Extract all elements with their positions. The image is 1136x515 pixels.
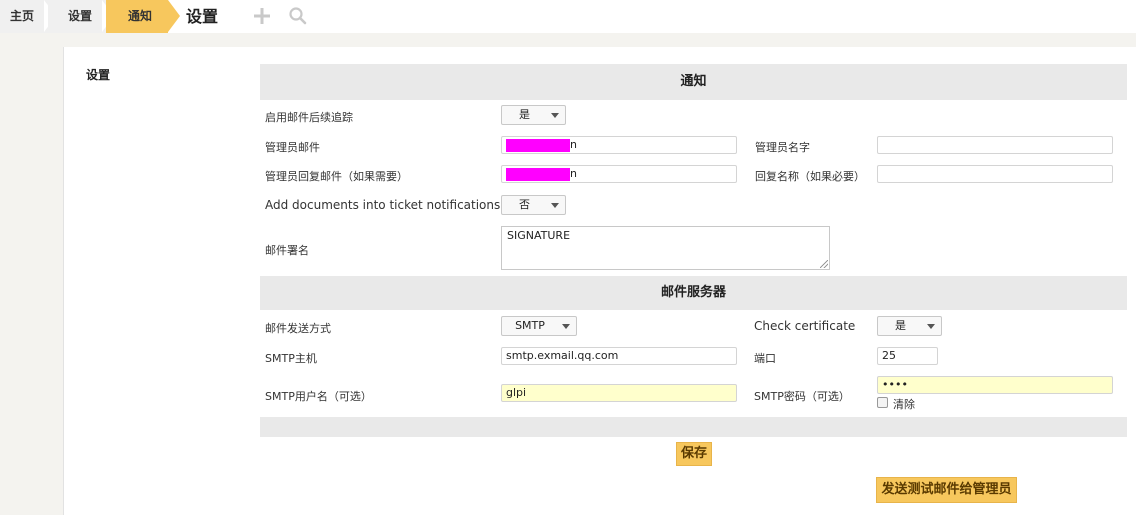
followup-select-value: 是: [519, 108, 530, 121]
breadcrumb-separator: [168, 0, 180, 32]
reply-name-label: 回复名称（如果必要）: [755, 170, 865, 183]
breadcrumb-bar: 主页 设置 通知 设置: [0, 0, 1136, 33]
redaction-block: [506, 168, 570, 181]
followup-label: 启用邮件后续追踪: [265, 111, 353, 124]
admin-email-tail: n: [570, 138, 577, 151]
signature-textarea[interactable]: SIGNATURE: [501, 226, 830, 270]
check-certificate-select[interactable]: 是: [877, 316, 942, 336]
resize-grip-icon[interactable]: [820, 260, 828, 268]
add-documents-select-value: 否: [519, 198, 530, 211]
add-documents-select[interactable]: 否: [501, 195, 566, 215]
mail-method-select-value: SMTP: [515, 319, 545, 332]
search-icon[interactable]: [288, 6, 308, 26]
reply-email-label: 管理员回复邮件（如果需要）: [265, 170, 408, 183]
add-documents-label: Add documents into ticket notifications: [265, 198, 501, 212]
save-button[interactable]: 保存: [676, 442, 712, 466]
breadcrumb-setup[interactable]: 设置: [48, 0, 106, 33]
smtp-password-label: SMTP密码（可选）: [754, 390, 850, 403]
admin-name-label: 管理员名字: [755, 141, 810, 154]
clear-password-label: 清除: [893, 398, 915, 411]
followup-select[interactable]: 是: [501, 105, 566, 125]
check-certificate-select-value: 是: [895, 319, 906, 332]
sidebar-title: 设置: [86, 68, 111, 82]
admin-name-input[interactable]: [877, 136, 1113, 154]
plus-icon[interactable]: [252, 6, 272, 26]
smtp-host-label: SMTP主机: [265, 352, 317, 365]
smtp-host-input[interactable]: smtp.exmail.qq.com: [501, 347, 737, 365]
section-header-notifications: 通知: [260, 64, 1127, 100]
check-certificate-label: Check certificate: [754, 319, 856, 333]
reply-name-input[interactable]: [877, 165, 1113, 183]
chevron-down-icon: [927, 324, 935, 329]
section-header-mail-server: 邮件服务器: [260, 276, 1127, 310]
port-label: 端口: [754, 352, 776, 365]
mail-method-select[interactable]: SMTP: [501, 316, 577, 336]
redaction-block: [506, 139, 570, 152]
left-pane: [0, 47, 64, 515]
reply-email-input[interactable]: n: [501, 165, 737, 183]
smtp-user-input[interactable]: glpi: [501, 384, 737, 402]
port-input[interactable]: 25: [877, 347, 938, 365]
chevron-down-icon: [551, 113, 559, 118]
page-title: 设置: [186, 7, 219, 26]
smtp-user-label: SMTP用户名（可选）: [265, 390, 372, 403]
breadcrumb-home[interactable]: 主页: [0, 0, 48, 33]
send-test-email-button[interactable]: 发送测试邮件给管理员: [876, 477, 1017, 503]
chevron-down-icon: [551, 203, 559, 208]
admin-email-label: 管理员邮件: [265, 141, 320, 154]
admin-email-input[interactable]: n: [501, 136, 737, 154]
signature-text: SIGNATURE: [507, 229, 571, 242]
header-strip: [0, 33, 1136, 47]
reply-email-tail: n: [570, 167, 577, 180]
clear-password-checkbox[interactable]: [877, 397, 888, 408]
smtp-password-input[interactable]: ••••: [877, 376, 1113, 394]
mail-method-label: 邮件发送方式: [265, 322, 331, 335]
chevron-down-icon: [562, 324, 570, 329]
breadcrumb-notifications[interactable]: 通知: [106, 0, 168, 33]
signature-label: 邮件署名: [265, 244, 309, 257]
section-footer-bar: [260, 417, 1127, 437]
